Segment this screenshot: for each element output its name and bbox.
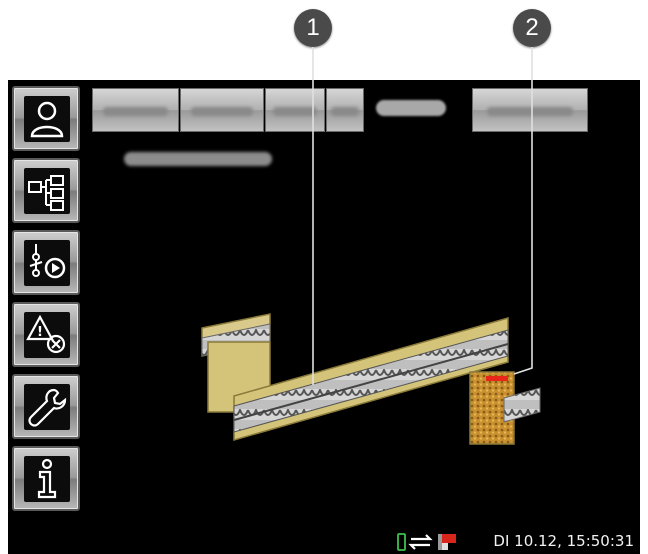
callout-leaders (312, 47, 533, 385)
